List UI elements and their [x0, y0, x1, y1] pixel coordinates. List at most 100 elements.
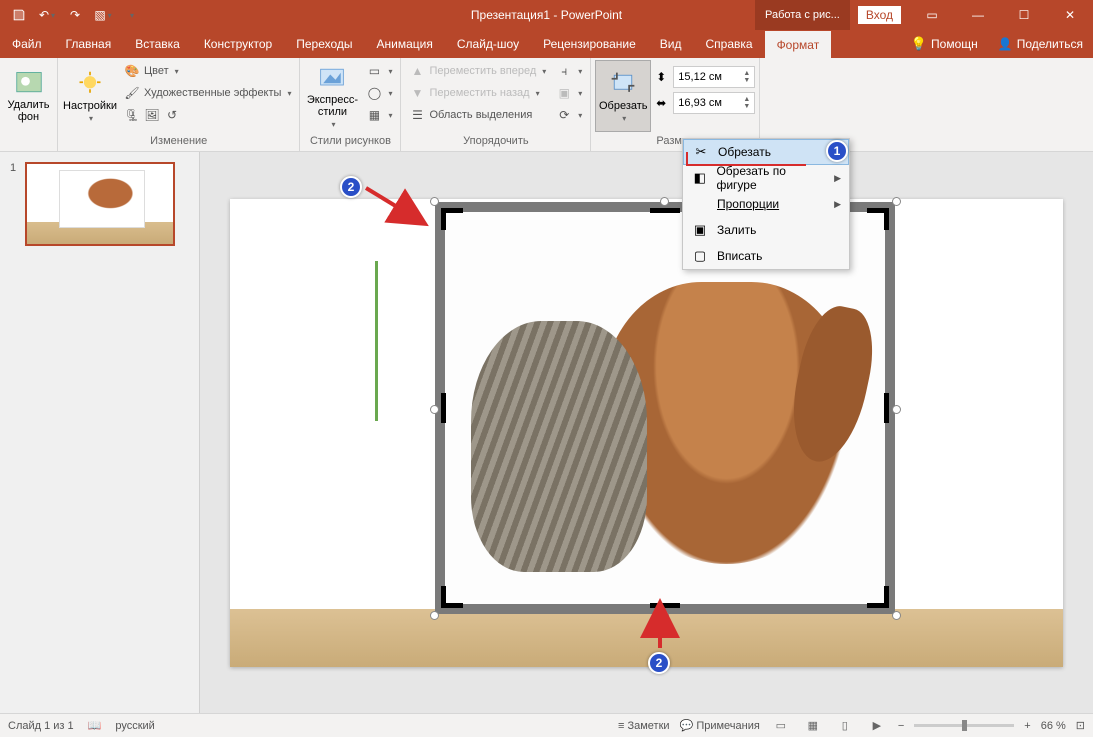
crop-dropdown-menu: ✂Обрезать ◧Обрезать по фигуре▶ Пропорции… — [682, 138, 850, 270]
fit-icon: ▢ — [691, 247, 709, 265]
zoom-in-button[interactable]: + — [1024, 720, 1030, 732]
group-button[interactable]: ▣▾ — [552, 82, 586, 104]
fit-to-window-button[interactable]: ⊡ — [1076, 719, 1085, 732]
lightbulb-icon: 💡 — [911, 36, 927, 52]
ribbon: Удалить фон Настройки▾ 🎨Цвет▾ 🖌Художеств… — [0, 58, 1093, 152]
comments-button[interactable]: 💬 Примечания — [680, 719, 760, 732]
picture-border-button[interactable]: ▭▾ — [362, 60, 396, 82]
tab-help[interactable]: Справка — [693, 30, 764, 58]
crop-icon — [609, 70, 637, 98]
share-button[interactable]: 👤Поделиться — [988, 30, 1093, 58]
color-icon: 🎨 — [124, 63, 140, 79]
tab-review[interactable]: Рецензирование — [531, 30, 648, 58]
color-button[interactable]: 🎨Цвет▾ — [120, 60, 295, 82]
tab-animations[interactable]: Анимация — [365, 30, 445, 58]
qat-customize-button[interactable]: ▾ — [118, 2, 144, 28]
window-title: Презентация1 - PowerPoint — [471, 8, 622, 22]
minimize-button[interactable]: — — [955, 0, 1001, 30]
selection-handle[interactable] — [892, 197, 901, 206]
tab-slideshow[interactable]: Слайд-шоу — [445, 30, 531, 58]
slide-counter: Слайд 1 из 1 — [8, 720, 74, 732]
slide-editor[interactable]: 2 2 — [200, 152, 1093, 713]
crop-handle-tl[interactable] — [441, 208, 465, 232]
crop-handle-bl[interactable] — [441, 584, 465, 608]
bring-forward-icon: ▲ — [409, 63, 425, 79]
tab-insert[interactable]: Вставка — [123, 30, 192, 58]
slideshow-view-button[interactable]: ▶ — [866, 717, 888, 735]
crop-button[interactable]: Обрезать▾ — [595, 60, 651, 132]
tab-format[interactable]: Формат — [765, 30, 832, 58]
menu-item-fit[interactable]: ▢Вписать — [683, 243, 849, 269]
artistic-icon: 🖌 — [124, 85, 140, 101]
selection-handle[interactable] — [430, 611, 439, 620]
bring-forward-button[interactable]: ▲Переместить вперед▾ — [405, 60, 550, 82]
normal-view-button[interactable]: ▭ — [770, 717, 792, 735]
send-backward-button[interactable]: ▼Переместить назад▾ — [405, 82, 550, 104]
save-button[interactable] — [6, 2, 32, 28]
tab-view[interactable]: Вид — [648, 30, 694, 58]
crop-handle-right[interactable] — [884, 393, 889, 423]
spellcheck-icon[interactable]: 📖 — [88, 719, 102, 732]
thumbnail-number: 1 — [10, 162, 16, 174]
crop-handle-br[interactable] — [865, 584, 889, 608]
crop-handle-left[interactable] — [441, 393, 446, 423]
redo-button[interactable]: ↷ — [62, 2, 88, 28]
tab-home[interactable]: Главная — [54, 30, 124, 58]
change-picture-icon: 🖼 — [144, 107, 160, 123]
height-input[interactable]: ▲▼ — [673, 66, 755, 88]
annotation-arrow — [640, 600, 680, 657]
chevron-right-icon: ▶ — [834, 173, 841, 184]
close-button[interactable]: ✕ — [1047, 0, 1093, 30]
remove-background-button[interactable]: Удалить фон — [4, 60, 53, 132]
selection-pane-button[interactable]: ☰Область выделения — [405, 104, 550, 126]
menu-item-fill[interactable]: ▣Залить — [683, 217, 849, 243]
notes-button[interactable]: ≡ Заметки — [618, 720, 670, 732]
layout-icon: ▦ — [366, 107, 382, 123]
undo-button[interactable]: ↶▾ — [34, 2, 60, 28]
zoom-slider[interactable] — [914, 724, 1014, 727]
artistic-effects-button[interactable]: 🖌Художественные эффекты▾ — [120, 82, 295, 104]
reading-view-button[interactable]: ▯ — [834, 717, 856, 735]
selection-handle[interactable] — [660, 197, 669, 206]
annotation-line — [686, 164, 806, 166]
language-label[interactable]: русский — [115, 720, 154, 732]
menu-item-crop[interactable]: ✂Обрезать — [683, 139, 849, 165]
picture-quick-styles-button[interactable]: Экспресс-стили▾ — [304, 60, 360, 132]
crop-handle-top[interactable] — [650, 208, 680, 213]
slide-thumbnail-1[interactable] — [25, 162, 175, 246]
annotation-badge-2b: 2 — [648, 652, 670, 674]
tab-design[interactable]: Конструктор — [192, 30, 284, 58]
start-from-beginning-button[interactable]: ▧▾ — [90, 2, 116, 28]
effects-icon: ◯ — [366, 85, 382, 101]
height-icon: ⬍ — [653, 69, 669, 85]
slide-sorter-button[interactable]: ▦ — [802, 717, 824, 735]
align-button[interactable]: ⫞▾ — [552, 60, 586, 82]
ribbon-display-options-button[interactable]: ▭ — [909, 0, 955, 30]
zoom-out-button[interactable]: − — [898, 720, 904, 732]
picture-styles-icon — [318, 64, 346, 92]
compress-reset-row[interactable]: 🗜🖼↺ — [120, 104, 295, 126]
selection-handle[interactable] — [430, 405, 439, 414]
maximize-button[interactable]: ☐ — [1001, 0, 1047, 30]
zoom-level[interactable]: 66 % — [1041, 720, 1066, 732]
align-icon: ⫞ — [556, 63, 572, 79]
corrections-button[interactable]: Настройки▾ — [62, 60, 118, 132]
picture-effects-button[interactable]: ◯▾ — [362, 82, 396, 104]
selection-handle[interactable] — [892, 405, 901, 414]
fill-icon: ▣ — [691, 221, 709, 239]
slide-thumbnails-panel: 1 — [0, 152, 200, 713]
menu-item-crop-to-shape[interactable]: ◧Обрезать по фигуре▶ — [683, 165, 849, 191]
remove-bg-icon — [15, 69, 43, 97]
menu-item-aspect-ratio[interactable]: Пропорции▶ — [683, 191, 849, 217]
width-input[interactable]: ▲▼ — [673, 92, 755, 114]
sign-in-button[interactable]: Вход — [858, 6, 901, 24]
selection-handle[interactable] — [892, 611, 901, 620]
tab-transitions[interactable]: Переходы — [284, 30, 364, 58]
group-styles-label: Стили рисунков — [304, 133, 396, 151]
rotate-button[interactable]: ⟳▾ — [552, 104, 586, 126]
tab-file[interactable]: Файл — [0, 30, 54, 58]
tell-me-button[interactable]: 💡Помощн — [901, 30, 988, 58]
crop-handle-tr[interactable] — [865, 208, 889, 232]
annotation-line — [686, 152, 688, 164]
picture-layout-button[interactable]: ▦▾ — [362, 104, 396, 126]
